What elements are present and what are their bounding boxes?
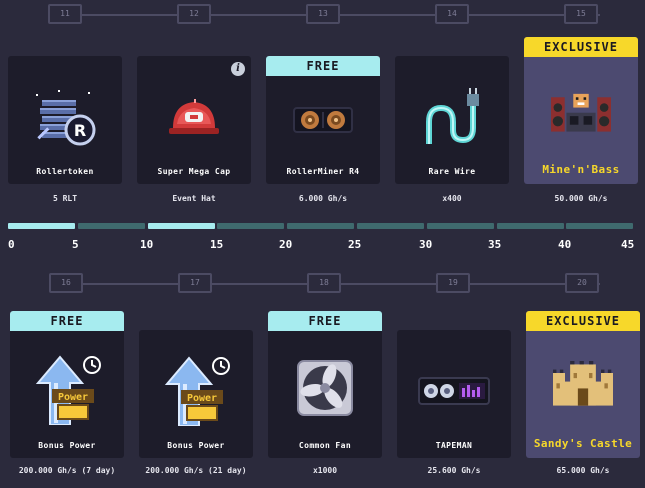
dj-hamster-icon bbox=[551, 93, 611, 132]
reward-name: Common Fan bbox=[298, 441, 352, 450]
reward-card-bonus-power-7d[interactable]: FREE Power Bonus Power bbox=[10, 311, 124, 458]
progress-tick: 0 bbox=[8, 238, 15, 251]
reward-card-rollerminer-r4[interactable]: FREE RollerMiner R4 bbox=[266, 56, 380, 184]
progress-tick: 40 bbox=[558, 238, 572, 251]
free-banner: FREE bbox=[268, 311, 382, 331]
level-badge-17: 17 bbox=[178, 273, 212, 293]
exclusive-banner: EXCLUSIVE bbox=[524, 37, 638, 57]
level-badge-12: 12 bbox=[177, 4, 211, 24]
progress-segment bbox=[497, 223, 564, 229]
progress-tick: 45 bbox=[621, 238, 635, 251]
progress-tick: 5 bbox=[72, 238, 79, 251]
progress-segment bbox=[217, 223, 284, 229]
reward-card-super-mega-cap[interactable]: i Super Mega Cap bbox=[137, 56, 251, 184]
level-badge-20: 20 bbox=[565, 273, 599, 293]
reward-name: RollerMiner R4 bbox=[286, 167, 360, 176]
info-icon[interactable]: i bbox=[231, 62, 245, 76]
reward-name: Sandy's Castle bbox=[533, 437, 633, 450]
level-badge-18: 18 bbox=[307, 273, 341, 293]
free-banner: FREE bbox=[266, 56, 380, 76]
svg-text:R: R bbox=[74, 121, 86, 140]
reward-card-rare-wire[interactable]: Rare Wire bbox=[395, 56, 509, 184]
free-banner: FREE bbox=[10, 311, 124, 331]
reward-card-mine-n-bass[interactable]: EXCLUSIVE Mine'n'Bass bbox=[524, 37, 638, 184]
rlt-coins-icon: R bbox=[36, 90, 96, 146]
reward-card-rollertoken[interactable]: R Rollertoken bbox=[8, 56, 122, 184]
progress-tick: 25 bbox=[348, 238, 362, 251]
level-badge-16: 16 bbox=[49, 273, 83, 293]
progress-tick: 10 bbox=[140, 238, 154, 251]
bonus-power-icon: Power bbox=[35, 355, 101, 425]
svg-text:Power: Power bbox=[187, 393, 217, 404]
level-track-row1 bbox=[80, 14, 600, 16]
progress-tick: 20 bbox=[279, 238, 293, 251]
progress-tick: 15 bbox=[210, 238, 224, 251]
reward-name: Bonus Power bbox=[167, 441, 225, 450]
progress-segment bbox=[566, 223, 633, 229]
level-badge-19: 19 bbox=[436, 273, 470, 293]
fan-icon bbox=[297, 360, 353, 416]
level-badge-11: 11 bbox=[48, 4, 82, 24]
svg-text:Power: Power bbox=[58, 392, 88, 403]
reward-value: 65.000 Gh/s bbox=[556, 466, 610, 475]
reward-value: 50.000 Gh/s bbox=[554, 194, 608, 203]
progress-segment bbox=[148, 223, 215, 229]
reward-name: Rare Wire bbox=[428, 167, 476, 176]
progress-segment bbox=[357, 223, 424, 229]
level-badge-15: 15 bbox=[564, 4, 598, 24]
progress-segment bbox=[8, 223, 75, 229]
reward-card-common-fan[interactable]: FREE Common Fan bbox=[268, 311, 382, 458]
reward-name: Mine'n'Bass bbox=[542, 163, 620, 176]
level-badge-13: 13 bbox=[306, 4, 340, 24]
red-cap-icon bbox=[169, 99, 219, 134]
exclusive-banner: EXCLUSIVE bbox=[526, 311, 640, 331]
reward-card-bonus-power-21d[interactable]: Power Bonus Power bbox=[139, 330, 253, 458]
reward-card-tapeman[interactable]: TAPEMAN bbox=[397, 330, 511, 458]
reward-name: Bonus Power bbox=[38, 441, 96, 450]
tapeman-icon bbox=[418, 377, 490, 405]
bonus-power-icon: Power bbox=[164, 356, 230, 426]
reward-name: TAPEMAN bbox=[435, 441, 473, 450]
reward-name: Super Mega Cap bbox=[157, 167, 231, 176]
level-badge-14: 14 bbox=[435, 4, 469, 24]
miner-icon bbox=[293, 107, 353, 133]
progress-segment bbox=[427, 223, 494, 229]
progress-segment bbox=[287, 223, 354, 229]
wire-icon bbox=[426, 88, 479, 144]
progress-segment bbox=[78, 223, 145, 229]
progress-tick: 30 bbox=[419, 238, 433, 251]
progress-tick: 35 bbox=[488, 238, 502, 251]
reward-card-sandys-castle[interactable]: EXCLUSIVE Sandy's Castle bbox=[526, 311, 640, 458]
sand-castle-icon bbox=[553, 361, 613, 406]
reward-name: Rollertoken bbox=[36, 167, 94, 176]
